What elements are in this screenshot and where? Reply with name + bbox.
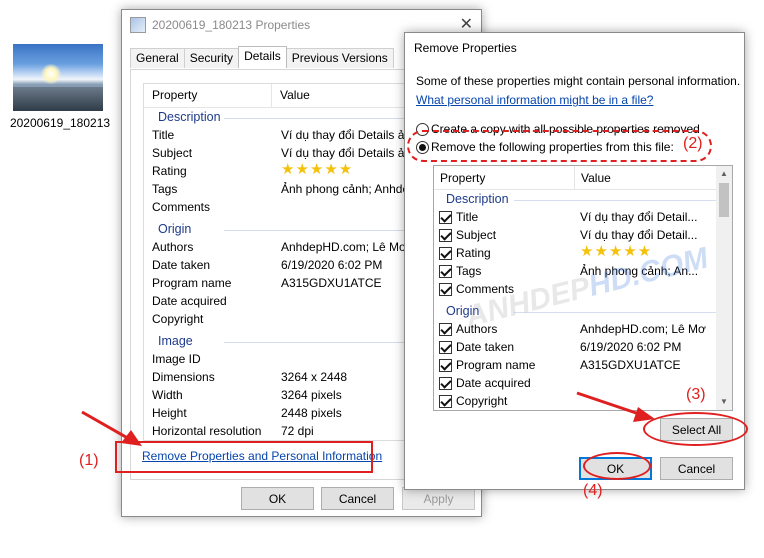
- tab-details[interactable]: Details: [238, 46, 287, 68]
- arrow-head-icon: [633, 407, 655, 422]
- arrow-to-remove-link: [81, 410, 132, 442]
- arrow-head-icon: [121, 430, 142, 446]
- annotation-arrows: [81, 391, 655, 446]
- arrow-to-select-all: [576, 391, 643, 417]
